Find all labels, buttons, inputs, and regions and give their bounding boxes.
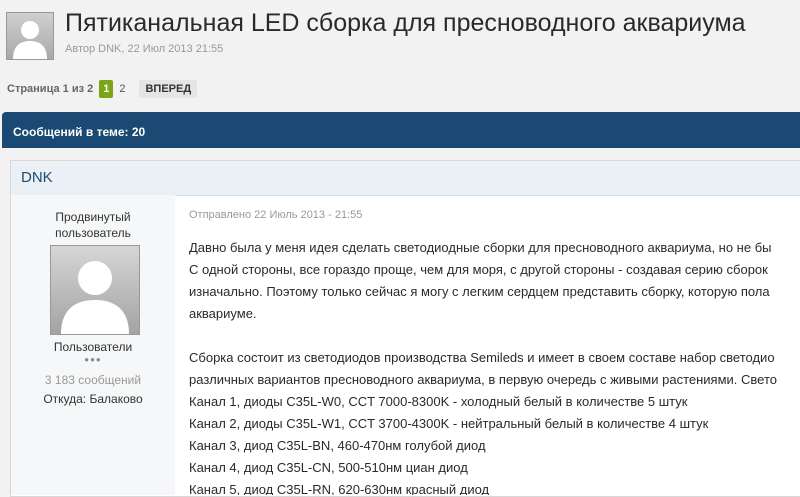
post-line: Давно была у меня идея сделать светодиод… xyxy=(189,240,772,255)
post-line: С одной стороны, все гораздо проще, чем … xyxy=(189,262,768,277)
post-line: Канал 3, диод C35L-BN, 460-470нм голубой… xyxy=(189,438,486,453)
post-line: Канал 4, диод C35L-CN, 500-510нм циан ди… xyxy=(189,460,468,475)
reputation-dots: ●●● xyxy=(84,355,102,364)
thread-header-bar: Сообщений в теме: 20 xyxy=(2,112,800,148)
post-line: Канал 5, диод C35L-RN, 620-630нм красный… xyxy=(189,482,490,495)
post-line: Сборка состоит из светодиодов производст… xyxy=(189,350,775,365)
author-post-count: 3 183 сообщений xyxy=(44,373,142,387)
next-page-button[interactable]: ВПЕРЕД xyxy=(139,80,198,98)
post-body: Отправлено 22 Июль 2013 - 21:55 Давно бы… xyxy=(189,195,800,495)
pagination: Страница 1 из 2 1 2 ВПЕРЕД xyxy=(7,80,198,98)
post-date: Отправлено 22 Июль 2013 - 21:55 xyxy=(189,209,363,221)
page-title: Пятиканальная LED сборка для пресноводно… xyxy=(65,9,746,37)
post-count-label: Сообщений в теме: 20 xyxy=(13,125,146,139)
author-rank-line2: пользователь xyxy=(55,226,131,240)
topic-author-avatar[interactable] xyxy=(6,12,54,60)
topic-author-link[interactable]: DNK xyxy=(98,43,121,55)
author-rank-line1: Продвинутый xyxy=(55,210,131,224)
meta-prefix: Автор xyxy=(65,43,96,55)
post-line: различных вариантов пресноводного аквари… xyxy=(189,372,777,387)
default-avatar-icon xyxy=(13,21,47,59)
post: DNK Продвинутый пользователь Пользовател… xyxy=(10,160,800,497)
post-header: DNK xyxy=(11,161,800,196)
topic-meta: Автор DNK, 22 Июл 2013 21:55 xyxy=(65,43,223,55)
post-author-avatar[interactable] xyxy=(50,245,140,335)
page-2-link[interactable]: 2 xyxy=(119,83,125,95)
author-location: Откуда: Балаково xyxy=(43,392,143,406)
post-line: Канал 2, диоды C35L-W1, CCT 3700-4300K -… xyxy=(189,416,709,431)
author-info-column: Продвинутый пользователь Пользователи ●●… xyxy=(11,195,175,495)
post-line: изначально. Поэтому только сейчас я могу… xyxy=(189,284,770,299)
page-count-label[interactable]: Страница 1 из 2 xyxy=(7,83,93,95)
post-line: Канал 1, диоды C35L-W0, CCT 7000-8300K -… xyxy=(189,394,688,409)
author-group: Пользователи xyxy=(53,340,133,354)
post-author-name[interactable]: DNK xyxy=(21,169,53,186)
post-text: Давно была у меня идея сделать светодиод… xyxy=(189,237,800,495)
default-avatar-icon xyxy=(61,261,129,334)
post-line: аквариуме. xyxy=(189,306,257,321)
author-rank: Продвинутый пользователь xyxy=(11,209,175,241)
current-page: 1 xyxy=(99,80,114,98)
topic-date: , 22 Июл 2013 21:55 xyxy=(121,43,224,55)
